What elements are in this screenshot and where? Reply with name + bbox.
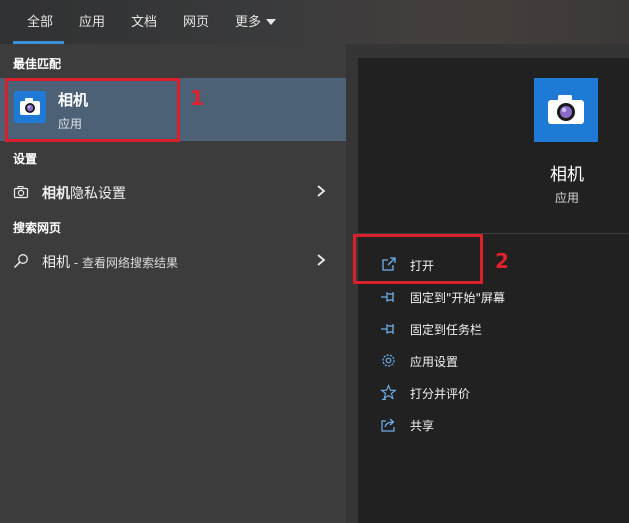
web-item-label: 相机 - 查看网络搜索结果 [42,252,178,272]
app-type: 应用 [554,191,579,205]
search-icon [13,254,28,269]
tab-more-label: 更多 [235,15,262,30]
search-tab-bar: 全部 应用 文档 网页 更多 [0,0,629,44]
web-item-rest: - 查看网络搜索结果 [70,256,178,270]
camera-icon [534,78,598,142]
tab-more[interactable]: 更多 [235,11,277,30]
camera-privacy-settings-item[interactable]: 相机隐私设置 [0,176,346,208]
annotation-box-2 [353,234,483,284]
tab-all[interactable]: 全部 [27,11,53,30]
share-icon [381,418,395,432]
best-match-header: 最佳匹配 [13,57,62,71]
annotation-number-1: 1 [190,86,204,110]
camera-outline-icon [13,186,29,199]
settings-item-label: 相机隐私设置 [42,183,126,203]
chevron-down-icon [266,18,277,25]
rate-review-label: 打分并评价 [410,387,471,401]
share-label: 共享 [410,419,435,433]
tab-web[interactable]: 网页 [183,11,209,30]
settings-item-bold: 相机 [42,186,70,202]
search-web-header: 搜索网页 [13,221,62,235]
pin-start-icon [381,292,394,302]
pin-taskbar-icon [381,324,394,334]
tab-apps[interactable]: 应用 [79,11,105,30]
star-rate-icon [380,384,397,401]
pin-to-taskbar-label: 固定到任务栏 [410,323,483,337]
chevron-right-icon [317,185,326,197]
web-search-item[interactable]: 相机 - 查看网络搜索结果 [0,245,346,277]
settings-item-rest: 隐私设置 [70,186,126,202]
app-name: 相机 [550,165,584,185]
pin-to-start-label: 固定到"开始"屏幕 [410,291,506,305]
annotation-number-2: 2 [495,249,509,273]
annotation-box-1 [5,78,180,142]
gear-icon [382,354,395,367]
web-item-bold: 相机 [42,255,70,271]
settings-header: 设置 [13,152,38,166]
tab-documents[interactable]: 文档 [131,11,157,30]
app-settings-label: 应用设置 [410,355,459,369]
chevron-right-icon [317,254,326,266]
